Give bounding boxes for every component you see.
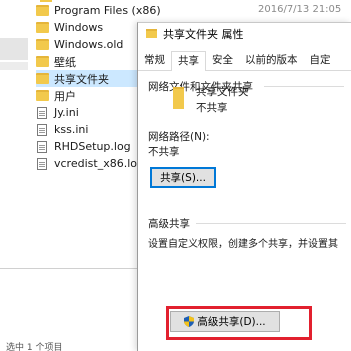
advanced-sharing-description: 设置自定义权限，创建多个共享，并设置其 bbox=[148, 239, 338, 250]
highlight-annotation bbox=[166, 306, 312, 340]
divider bbox=[0, 268, 140, 269]
tab-customize[interactable]: 自定 bbox=[304, 51, 337, 70]
file-item-windows-old[interactable]: Windows.old bbox=[36, 36, 123, 53]
text-file-icon bbox=[37, 140, 47, 153]
navigation-pane-item[interactable] bbox=[0, 62, 28, 70]
divider bbox=[196, 223, 346, 224]
dialog-title: 共享文件夹 属性 bbox=[163, 27, 244, 41]
divider bbox=[264, 86, 344, 87]
properties-dialog: 共享文件夹 属性 常规 共享 安全 以前的版本 自定 网络文件和文件夹共享 共享… bbox=[137, 22, 351, 351]
file-item-jy-ini[interactable]: Jy.ini bbox=[36, 104, 79, 121]
file-name: 用户 bbox=[54, 89, 76, 103]
file-item-windows[interactable]: Windows bbox=[36, 19, 103, 36]
folder-icon bbox=[36, 56, 49, 67]
settings-file-icon bbox=[37, 123, 47, 136]
folder-icon bbox=[36, 90, 49, 101]
file-item-users[interactable]: 用户 bbox=[36, 87, 76, 104]
folder-icon bbox=[36, 73, 49, 84]
file-name: Windows.old bbox=[54, 38, 124, 51]
file-name: Jy.ini bbox=[54, 106, 79, 119]
tab-bar: 常规 共享 安全 以前的版本 自定 bbox=[138, 51, 351, 72]
dialog-titlebar[interactable]: 共享文件夹 属性 bbox=[138, 23, 351, 44]
file-name: vcredist_x86.log bbox=[54, 157, 144, 170]
settings-file-icon bbox=[37, 106, 47, 119]
file-name: Windows bbox=[54, 21, 104, 34]
file-item-program-files[interactable]: Program Files (x86) bbox=[36, 2, 161, 19]
file-name: Program Files (x86) bbox=[54, 4, 161, 17]
file-name: kss.ini bbox=[54, 123, 89, 136]
file-item-wallpaper[interactable]: 壁纸 bbox=[36, 53, 76, 70]
shared-folder-icon bbox=[173, 87, 184, 109]
file-name: 壁纸 bbox=[54, 55, 76, 69]
file-name: 共享文件夹 bbox=[54, 72, 109, 86]
file-item-vcredist-log[interactable]: vcredist_x86.log bbox=[36, 155, 144, 172]
tab-general[interactable]: 常规 bbox=[138, 51, 171, 70]
tab-previous-versions[interactable]: 以前的版本 bbox=[239, 51, 304, 70]
file-item-rhdsetup-log[interactable]: RHDSetup.log bbox=[36, 138, 131, 155]
share-button[interactable]: 共享(S)... bbox=[150, 167, 216, 188]
folder-icon bbox=[36, 22, 49, 33]
file-name: RHDSetup.log bbox=[54, 140, 131, 153]
folder-icon bbox=[146, 29, 157, 38]
file-date: 2016/7/13 21:05 bbox=[258, 4, 342, 15]
network-path-label: 网络路径(N): bbox=[148, 131, 210, 143]
folder-icon bbox=[36, 39, 49, 50]
text-file-icon bbox=[37, 157, 47, 170]
status-bar-text: 选中 1 个项目 bbox=[6, 343, 63, 351]
advanced-sharing-title: 高级共享 bbox=[148, 218, 190, 230]
tab-security[interactable]: 安全 bbox=[206, 51, 239, 70]
file-item-kss-ini[interactable]: kss.ini bbox=[36, 121, 88, 138]
share-state: 不共享 bbox=[196, 102, 228, 114]
folder-icon bbox=[36, 5, 49, 16]
file-item-shared-folder[interactable]: 共享文件夹 bbox=[36, 70, 146, 87]
tab-sharing[interactable]: 共享 bbox=[171, 51, 206, 72]
network-path-value: 不共享 bbox=[148, 146, 180, 158]
navigation-pane-item[interactable] bbox=[0, 38, 28, 60]
folder-name: 共享文件夹 bbox=[196, 86, 249, 98]
